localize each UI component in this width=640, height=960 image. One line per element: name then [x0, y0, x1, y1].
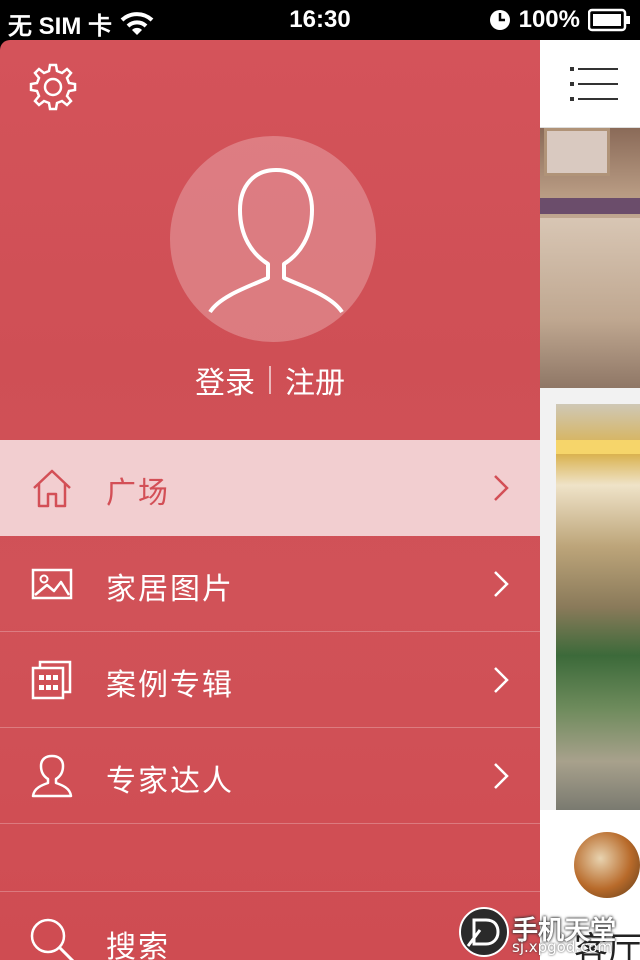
side-drawer: 登录 注册 广场 家居图片 案例专辑 专家达人 搜索 — [0, 40, 540, 960]
register-link[interactable]: 注册 — [285, 358, 345, 402]
feed-gap — [540, 388, 640, 404]
menu-item-label: 广场 — [106, 476, 170, 511]
chevron-right-icon — [494, 571, 509, 597]
main-content-panel[interactable]: 客厅 — [540, 40, 640, 960]
list-menu-icon[interactable] — [570, 64, 618, 104]
photo-shelf-decor — [540, 198, 640, 214]
chevron-right-icon — [494, 763, 509, 789]
watermark-url: sj.xpgod.com — [512, 938, 613, 956]
menu-item-label: 案例专辑 — [106, 668, 234, 703]
status-bar: 无 SIM 卡 16:30 100% — [0, 0, 640, 40]
menu-item-case-albums[interactable]: 案例专辑 — [0, 632, 540, 728]
battery-percent: 100% — [518, 6, 580, 33]
menu-item-label: 家居图片 — [106, 572, 234, 607]
menu-item-home-photos[interactable]: 家居图片 — [0, 536, 540, 632]
content-header — [540, 40, 640, 128]
menu-spacer — [0, 824, 540, 892]
auth-row: 登录 注册 — [0, 358, 540, 402]
chevron-right-icon — [494, 475, 509, 501]
feed-photo-living-room[interactable] — [540, 128, 640, 388]
search-icon — [30, 918, 75, 960]
photo-sofa-decor — [540, 218, 640, 388]
chevron-right-icon — [494, 667, 509, 693]
login-link[interactable]: 登录 — [195, 358, 255, 402]
author-avatar[interactable] — [574, 832, 640, 898]
user-avatar-placeholder[interactable] — [170, 136, 376, 342]
battery-icon — [588, 8, 630, 32]
watermark-logo-icon — [459, 907, 509, 957]
user-silhouette-icon — [208, 168, 344, 314]
site-watermark: 手机天堂 sj.xpgod.com — [458, 906, 640, 960]
status-right-group: 100% — [489, 6, 632, 34]
menu-item-experts[interactable]: 专家达人 — [0, 728, 540, 824]
menu-item-label: 专家达人 — [106, 764, 234, 799]
clock-icon — [489, 10, 510, 30]
home-icon — [33, 469, 71, 508]
feed-photo-hall[interactable] — [556, 404, 640, 810]
menu-item-plaza[interactable]: 广场 — [0, 440, 540, 536]
photo-frame-decor — [544, 128, 610, 176]
album-icon — [31, 660, 72, 700]
drawer-menu: 广场 家居图片 案例专辑 专家达人 — [0, 440, 540, 824]
gear-icon[interactable] — [28, 62, 78, 112]
person-icon — [31, 754, 73, 798]
image-icon — [31, 568, 73, 600]
auth-divider — [269, 366, 271, 394]
photo-lights-decor — [556, 440, 640, 454]
search-label: 搜索 — [106, 930, 170, 960]
